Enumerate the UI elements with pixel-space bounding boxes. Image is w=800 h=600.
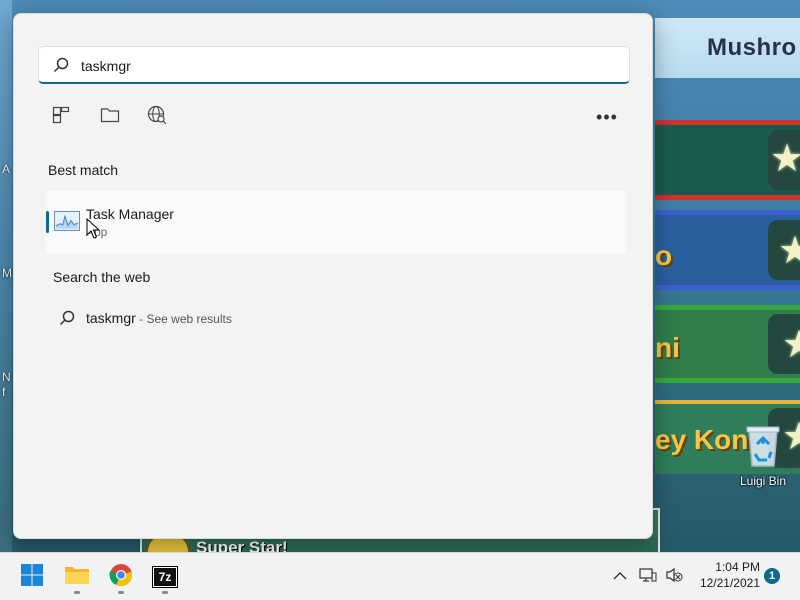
search-web-heading: Search the web bbox=[53, 269, 151, 285]
best-match-result[interactable]: Task Manager App bbox=[46, 191, 626, 253]
desktop-icon-label-fragment: M bbox=[2, 266, 12, 280]
web-result-suffix: - See web results bbox=[135, 312, 232, 326]
folder-icon bbox=[100, 106, 120, 129]
network-tray-button[interactable] bbox=[638, 567, 658, 587]
taskbar-7zip[interactable]: 7z bbox=[147, 559, 183, 595]
star-icon: ★ bbox=[770, 138, 800, 180]
best-match-heading: Best match bbox=[48, 162, 119, 178]
documents-filter-button[interactable] bbox=[95, 102, 125, 132]
7zip-icon: 7z bbox=[152, 566, 178, 588]
network-icon bbox=[639, 567, 657, 588]
chevron-up-icon bbox=[613, 568, 627, 586]
desktop-icon-label-fragment: N bbox=[2, 370, 11, 384]
windows-logo-icon bbox=[20, 563, 44, 592]
desktop-icon-recycle-bin[interactable]: Luigi Bin bbox=[728, 424, 798, 488]
notification-badge[interactable]: 1 bbox=[764, 568, 780, 584]
web-result-text: taskmgr - See web results bbox=[86, 310, 232, 326]
globe-icon bbox=[147, 105, 167, 130]
wallpaper-stripe bbox=[655, 285, 800, 290]
taskbar-chrome[interactable] bbox=[103, 559, 139, 595]
volume-muted-icon bbox=[665, 567, 683, 588]
web-result[interactable]: taskmgr - See web results bbox=[54, 304, 614, 332]
show-hidden-icons-button[interactable] bbox=[610, 567, 630, 587]
volume-tray-button[interactable] bbox=[664, 567, 684, 587]
recycle-bin-label: Luigi Bin bbox=[739, 474, 787, 488]
desktop-icon-label-fragment: A bbox=[2, 162, 11, 176]
task-manager-icon bbox=[54, 211, 80, 231]
taskbar: 7z 1:04 PM 12/21/2021 1 bbox=[0, 552, 800, 600]
apps-icon bbox=[52, 106, 70, 129]
wallpaper-title: Mushro bbox=[707, 34, 797, 61]
web-query: taskmgr bbox=[86, 310, 136, 326]
clock-time: 1:04 PM bbox=[715, 560, 760, 574]
wallpaper-stripe bbox=[655, 195, 800, 200]
star-icon: ★ bbox=[778, 230, 800, 272]
folder-icon bbox=[64, 564, 90, 591]
apps-filter-button[interactable] bbox=[46, 102, 76, 132]
web-filter-button[interactable] bbox=[142, 102, 172, 132]
mouse-cursor-icon bbox=[86, 217, 101, 240]
search-icon bbox=[59, 310, 75, 326]
wallpaper-word: ni bbox=[655, 332, 680, 363]
wallpaper-bottom-text: Super Star! bbox=[196, 538, 288, 552]
chrome-icon bbox=[109, 563, 133, 592]
search-input[interactable] bbox=[79, 51, 623, 81]
running-indicator bbox=[118, 591, 124, 594]
search-icon bbox=[53, 57, 69, 73]
running-indicator bbox=[74, 591, 80, 594]
search-box[interactable] bbox=[38, 46, 630, 84]
start-button[interactable] bbox=[14, 559, 50, 595]
search-panel: ••• Best match Task Manager App Search t… bbox=[13, 13, 653, 539]
taskbar-clock[interactable]: 1:04 PM 12/21/2021 bbox=[690, 559, 760, 591]
running-indicator bbox=[162, 591, 168, 594]
taskbar-file-explorer[interactable] bbox=[59, 559, 95, 595]
recycle-bin-icon bbox=[743, 424, 783, 468]
star-icon: ★ bbox=[782, 324, 800, 366]
desktop-icon-label-fragment: f bbox=[2, 385, 6, 399]
clock-date: 12/21/2021 bbox=[699, 576, 760, 590]
wallpaper-word: o bbox=[655, 240, 673, 271]
selection-accent-bar bbox=[46, 211, 49, 233]
more-options-button[interactable]: ••• bbox=[592, 102, 622, 132]
wallpaper-stripe bbox=[655, 378, 800, 383]
